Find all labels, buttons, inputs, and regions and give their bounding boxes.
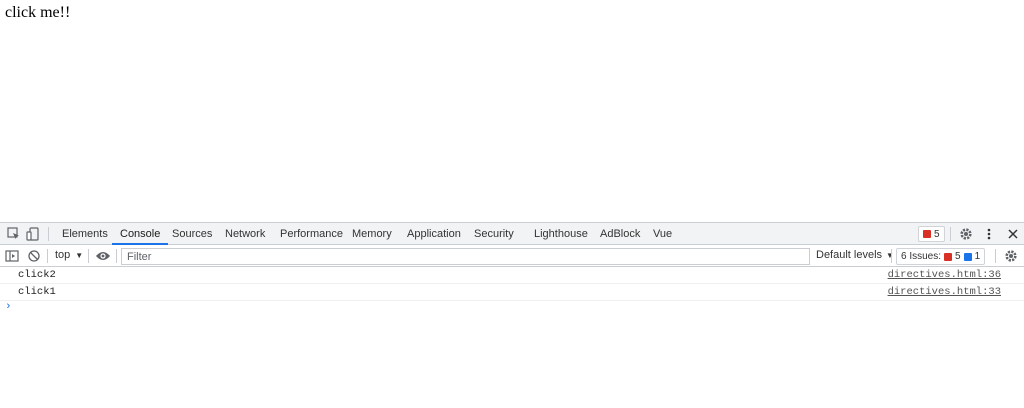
levels-label: Default levels [816, 249, 883, 261]
caret-down-icon: ▼ [75, 250, 84, 260]
log-entry: click1 directives.html:33 [0, 284, 1024, 301]
issues-label: 6 Issues: [901, 251, 942, 262]
log-entry: click2 directives.html:36 [0, 267, 1024, 284]
tab-application[interactable]: Application [407, 223, 461, 245]
divider [88, 249, 89, 263]
log-message: click2 [18, 269, 56, 281]
context-value: top [55, 249, 71, 261]
clear-console-icon[interactable] [26, 248, 42, 264]
more-options-icon[interactable] [981, 226, 997, 242]
console-prompt[interactable]: › [0, 301, 1024, 316]
error-count: 5 [934, 228, 940, 240]
tab-security[interactable]: Security [474, 223, 514, 245]
divider [47, 249, 48, 263]
divider [48, 227, 49, 241]
tab-console[interactable]: Console [112, 223, 169, 245]
devtools-tabbar: Elements Console Sources Network Perform… [0, 222, 1024, 245]
device-toolbar-icon[interactable] [25, 226, 41, 242]
inspect-element-icon[interactable] [6, 226, 22, 242]
caret-down-icon: ▼ [886, 250, 894, 260]
log-source-link[interactable]: directives.html:36 [888, 269, 1001, 281]
info-icon [963, 252, 972, 261]
context-selector[interactable]: top ▼ [55, 249, 83, 261]
click-me-text[interactable]: click me!! [5, 4, 70, 22]
console-settings-gear-icon[interactable] [1003, 248, 1019, 264]
error-count-badge[interactable]: 5 [918, 226, 945, 242]
tab-adblock[interactable]: AdBlock [600, 223, 640, 245]
settings-gear-icon[interactable] [958, 226, 974, 242]
issues-error-count: 5 [955, 251, 961, 262]
log-levels-dropdown[interactable]: Default levels ▼ [816, 249, 894, 261]
show-sidebar-icon[interactable] [4, 248, 20, 264]
divider [116, 249, 117, 263]
issues-info-count: 1 [974, 251, 981, 262]
issues-button[interactable]: 6 Issues: 5 1 [896, 248, 986, 265]
tab-sources[interactable]: Sources [172, 223, 212, 245]
divider [950, 227, 951, 241]
prompt-chevron-icon: › [5, 301, 12, 313]
tab-network[interactable]: Network [225, 223, 265, 245]
live-expression-eye-icon[interactable] [95, 248, 111, 264]
divider [891, 249, 892, 263]
error-icon [944, 252, 953, 261]
console-toolbar: top ▼ Default levels ▼ 6 Issues: 5 1 [0, 245, 1024, 267]
log-source-link[interactable]: directives.html:33 [888, 286, 1001, 298]
page-content: click me!! [0, 0, 1024, 222]
tab-vue[interactable]: Vue [653, 223, 672, 245]
log-message: click1 [18, 286, 56, 298]
close-icon[interactable] [1005, 226, 1021, 242]
devtools-panel: Elements Console Sources Network Perform… [0, 222, 1024, 408]
console-log: click2 directives.html:36 click1 directi… [0, 267, 1024, 316]
tab-lighthouse[interactable]: Lighthouse [534, 223, 588, 245]
tab-elements[interactable]: Elements [62, 223, 108, 245]
tab-performance[interactable]: Performance [280, 223, 343, 245]
filter-input[interactable] [121, 248, 810, 265]
error-icon [923, 230, 931, 238]
tab-memory[interactable]: Memory [352, 223, 392, 245]
divider [995, 249, 996, 263]
